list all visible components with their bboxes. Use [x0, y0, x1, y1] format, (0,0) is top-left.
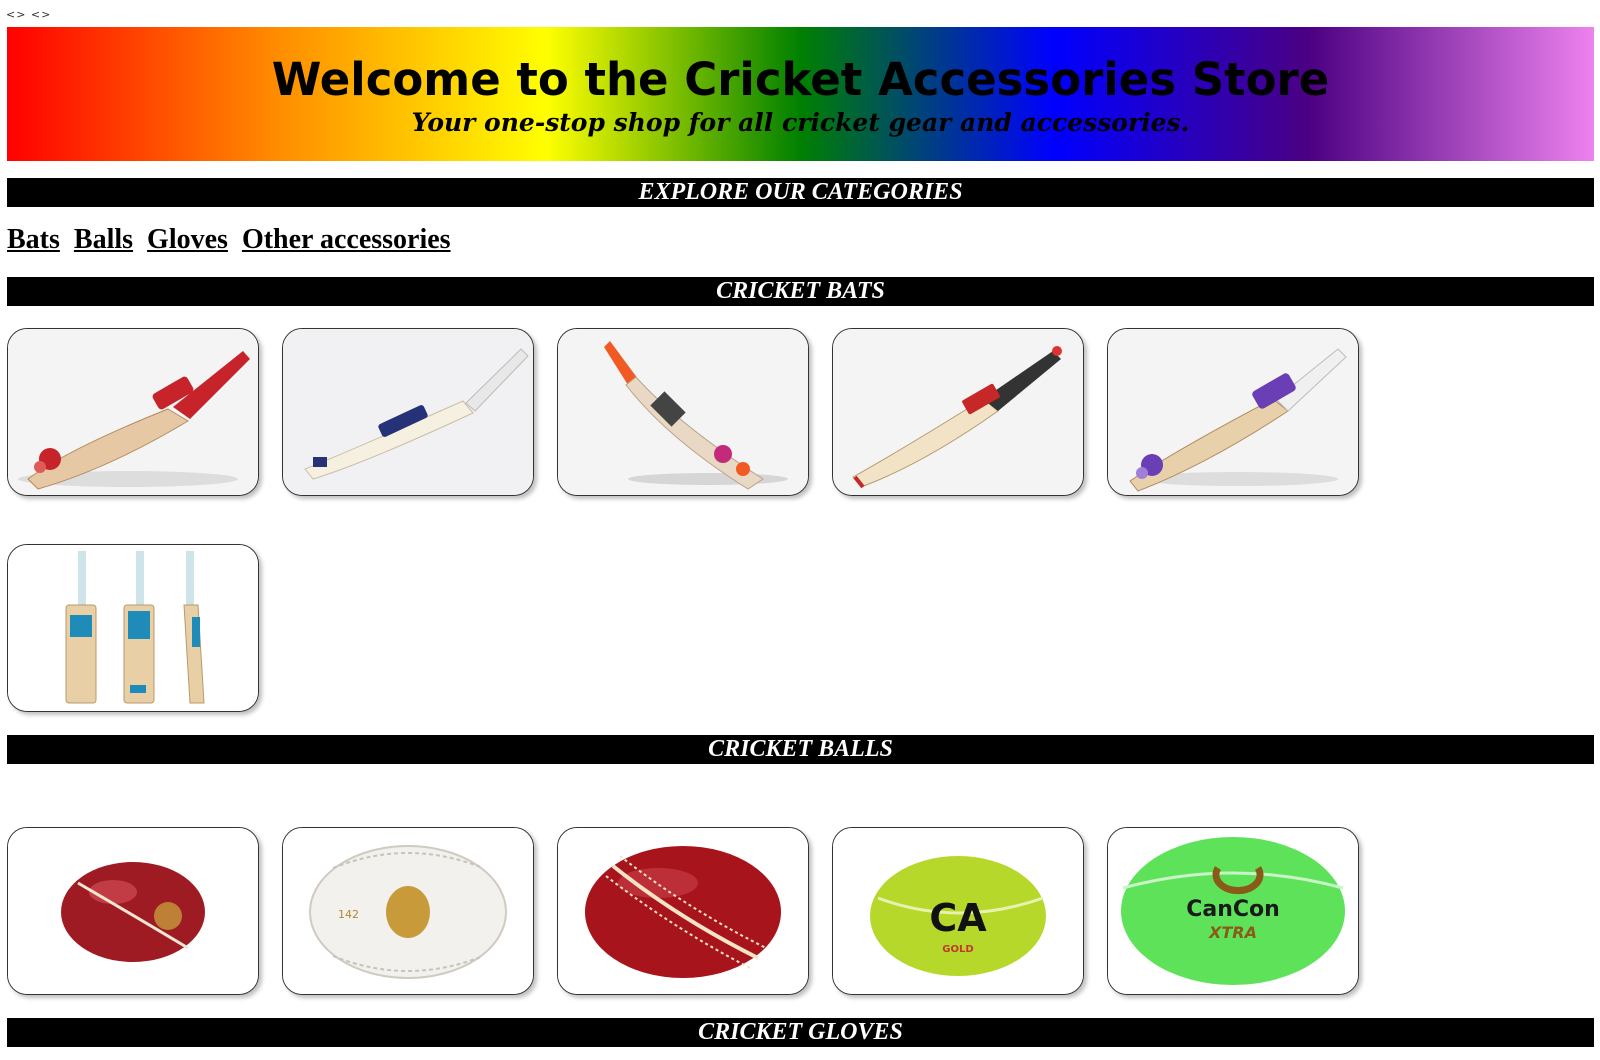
page-title: Welcome to the Cricket Accessories Store [271, 53, 1330, 106]
categories-heading: EXPLORE OUR CATEGORIES [7, 178, 1594, 207]
section-heading-balls: CRICKET BALLS [7, 735, 1594, 764]
nav-link-other-accessories[interactable]: Other accessories [242, 224, 451, 255]
hero-banner: Welcome to the Cricket Accessories Store… [7, 27, 1594, 161]
broken-image-placeholders: <> <> [6, 8, 52, 21]
nav-link-bats[interactable]: Bats [7, 224, 60, 255]
cricket-bat-nb-red-icon [833, 329, 1083, 495]
svg-text:142: 142 [338, 908, 359, 921]
section-heading-gloves: CRICKET GLOVES [7, 1018, 1594, 1047]
product-card-bat-6[interactable] [7, 544, 259, 712]
product-card-ball-4[interactable]: CA GOLD [832, 827, 1084, 995]
nav-link-gloves[interactable]: Gloves [147, 224, 228, 255]
product-card-bat-1[interactable] [7, 328, 259, 496]
product-card-bat-5[interactable] [1107, 328, 1359, 496]
white-leather-ball-icon: 142 [283, 828, 533, 994]
red-leather-ball-icon [8, 828, 258, 994]
product-card-bat-3[interactable] [557, 328, 809, 496]
yellow-tennis-ball-icon: CA GOLD [833, 828, 1083, 994]
cricket-bat-ss-red-icon [8, 329, 258, 495]
green-tennis-ball-icon: CanCon XTRA [1108, 828, 1358, 994]
product-card-bat-4[interactable] [832, 328, 1084, 496]
red-leather-ball-seam-icon [558, 828, 808, 994]
page-tagline: Your one-stop shop for all cricket gear … [411, 108, 1190, 137]
product-card-ball-1[interactable] [7, 827, 259, 995]
product-card-bat-2[interactable] [282, 328, 534, 496]
product-card-ball-3[interactable] [557, 827, 809, 995]
cancon-sub: XTRA [1208, 923, 1257, 942]
product-card-ball-2[interactable]: 142 [282, 827, 534, 995]
category-nav: Bats Balls Gloves Other accessories [7, 224, 461, 256]
nav-link-balls[interactable]: Balls [74, 224, 133, 255]
product-card-ball-5[interactable]: CanCon XTRA [1107, 827, 1359, 995]
ball-gold-label: GOLD [942, 944, 973, 955]
cricket-bat-gm-white-icon [283, 329, 533, 495]
svg-text:CA: CA [929, 896, 987, 940]
cancon-brand: CanCon [1186, 897, 1280, 922]
section-heading-bats: CRICKET BATS [7, 277, 1594, 306]
cricket-bat-ss-purple-icon [1108, 329, 1358, 495]
cricket-bat-gm-three-view-icon [8, 545, 258, 711]
cricket-bat-sg-orange-icon [558, 329, 808, 495]
